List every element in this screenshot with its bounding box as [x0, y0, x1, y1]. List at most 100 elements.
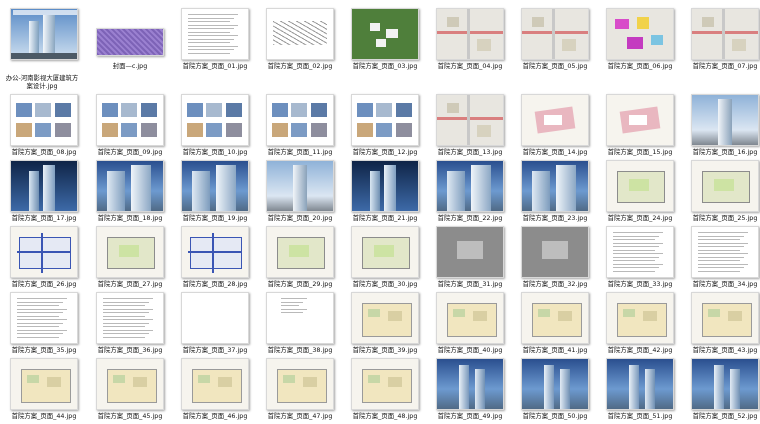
file-thumbnail[interactable]: [691, 358, 759, 410]
file-thumbnail[interactable]: [10, 292, 78, 344]
file-thumbnail[interactable]: [521, 358, 589, 410]
file-item[interactable]: 首院方案_页面_23.jpg: [511, 160, 596, 226]
file-thumbnail[interactable]: [606, 8, 674, 60]
file-item[interactable]: 首院方案_页面_52.jpg: [681, 358, 760, 424]
file-thumbnail[interactable]: [96, 358, 164, 410]
file-thumbnail[interactable]: [606, 94, 674, 146]
file-thumbnail[interactable]: [521, 160, 589, 212]
file-thumbnail[interactable]: [351, 358, 419, 410]
file-item[interactable]: 首院方案_页面_28.jpg: [171, 226, 256, 292]
file-item[interactable]: 首院方案_页面_17.jpg: [0, 160, 85, 226]
file-thumbnail[interactable]: [181, 94, 249, 146]
file-thumbnail[interactable]: [606, 292, 674, 344]
file-item[interactable]: 首院方案_页面_09.jpg: [86, 94, 171, 160]
file-item[interactable]: 首院方案_页面_27.jpg: [86, 226, 171, 292]
file-thumbnail[interactable]: [521, 94, 589, 146]
file-thumbnail[interactable]: [691, 160, 759, 212]
file-item[interactable]: 首院方案_页面_43.jpg: [681, 292, 760, 358]
file-item[interactable]: 首院方案_页面_48.jpg: [341, 358, 426, 424]
file-item[interactable]: 首院方案_页面_41.jpg: [511, 292, 596, 358]
file-item[interactable]: 首院方案_页面_45.jpg: [86, 358, 171, 424]
file-item[interactable]: 首院方案_页面_26.jpg: [0, 226, 85, 292]
file-thumbnail[interactable]: [96, 160, 164, 212]
file-thumbnail[interactable]: [436, 226, 504, 278]
file-item[interactable]: 首院方案_页面_32.jpg: [511, 226, 596, 292]
file-thumbnail[interactable]: [266, 8, 334, 60]
file-item[interactable]: 办公-河南影视大厦建筑方案设计.jpg: [0, 8, 85, 90]
file-thumbnail[interactable]: [10, 94, 78, 146]
file-thumbnail[interactable]: [181, 226, 249, 278]
file-item[interactable]: 首院方案_页面_10.jpg: [171, 94, 256, 160]
file-item[interactable]: 首院方案_页面_38.jpg: [256, 292, 341, 358]
file-thumbnail[interactable]: [181, 358, 249, 410]
file-item[interactable]: 首院方案_页面_24.jpg: [596, 160, 681, 226]
file-item[interactable]: 首院方案_页面_19.jpg: [171, 160, 256, 226]
file-item[interactable]: 首院方案_页面_08.jpg: [0, 94, 85, 160]
file-item[interactable]: 首院方案_页面_11.jpg: [256, 94, 341, 160]
file-thumbnail[interactable]: [691, 226, 759, 278]
file-thumbnail[interactable]: [436, 358, 504, 410]
file-thumbnail[interactable]: [351, 160, 419, 212]
file-thumbnail[interactable]: [10, 8, 78, 60]
file-thumbnail[interactable]: [96, 28, 164, 56]
file-thumbnail[interactable]: [266, 292, 334, 344]
file-item[interactable]: 首院方案_页面_01.jpg: [171, 8, 256, 74]
file-item[interactable]: 首院方案_页面_35.jpg: [0, 292, 85, 358]
file-thumbnail[interactable]: [606, 226, 674, 278]
file-thumbnail[interactable]: [266, 226, 334, 278]
file-item[interactable]: 首院方案_页面_12.jpg: [341, 94, 426, 160]
file-item[interactable]: 首院方案_页面_34.jpg: [681, 226, 760, 292]
file-item[interactable]: 首院方案_页面_21.jpg: [341, 160, 426, 226]
file-item[interactable]: 首院方案_页面_14.jpg: [511, 94, 596, 160]
file-thumbnail[interactable]: [266, 94, 334, 146]
file-thumbnail[interactable]: [96, 292, 164, 344]
file-thumbnail[interactable]: [436, 160, 504, 212]
file-thumbnail[interactable]: [96, 94, 164, 146]
file-item[interactable]: 首院方案_页面_49.jpg: [426, 358, 511, 424]
file-thumbnail[interactable]: [351, 94, 419, 146]
file-thumbnail[interactable]: [691, 292, 759, 344]
file-item[interactable]: 首院方案_页面_40.jpg: [426, 292, 511, 358]
file-thumbnail[interactable]: [691, 94, 759, 146]
file-thumbnail[interactable]: [521, 8, 589, 60]
file-item[interactable]: 首院方案_页面_15.jpg: [596, 94, 681, 160]
file-thumbnail[interactable]: [181, 160, 249, 212]
file-thumbnail[interactable]: [10, 226, 78, 278]
file-thumbnail[interactable]: [266, 358, 334, 410]
file-thumbnail[interactable]: [96, 226, 164, 278]
file-item[interactable]: 首院方案_页面_13.jpg: [426, 94, 511, 160]
file-item[interactable]: 首院方案_页面_33.jpg: [596, 226, 681, 292]
file-thumbnail[interactable]: [10, 358, 78, 410]
file-item[interactable]: 首院方案_页面_16.jpg: [681, 94, 760, 160]
file-thumbnail[interactable]: [606, 160, 674, 212]
file-item[interactable]: 首院方案_页面_06.jpg: [596, 8, 681, 74]
file-thumbnail[interactable]: [436, 94, 504, 146]
file-item[interactable]: 首院方案_页面_02.jpg: [256, 8, 341, 74]
file-thumbnail[interactable]: [181, 8, 249, 60]
file-item[interactable]: 首院方案_页面_18.jpg: [86, 160, 171, 226]
file-thumbnail[interactable]: [351, 292, 419, 344]
file-item[interactable]: 首院方案_页面_44.jpg: [0, 358, 85, 424]
file-thumbnail[interactable]: [351, 8, 419, 60]
file-thumbnail[interactable]: [606, 358, 674, 410]
file-item[interactable]: 首院方案_页面_20.jpg: [256, 160, 341, 226]
file-item[interactable]: 首院方案_页面_50.jpg: [511, 358, 596, 424]
file-item[interactable]: 首院方案_页面_25.jpg: [681, 160, 760, 226]
file-item[interactable]: 封面—c.jpg: [86, 8, 171, 74]
file-item[interactable]: 首院方案_页面_22.jpg: [426, 160, 511, 226]
file-item[interactable]: 首院方案_页面_29.jpg: [256, 226, 341, 292]
file-item[interactable]: 首院方案_页面_05.jpg: [511, 8, 596, 74]
file-item[interactable]: 首院方案_页面_46.jpg: [171, 358, 256, 424]
file-thumbnail[interactable]: [351, 226, 419, 278]
file-item[interactable]: 首院方案_页面_37.jpg: [171, 292, 256, 358]
file-item[interactable]: 首院方案_页面_03.jpg: [341, 8, 426, 74]
file-thumbnail[interactable]: [10, 160, 78, 212]
file-item[interactable]: 首院方案_页面_47.jpg: [256, 358, 341, 424]
file-item[interactable]: 首院方案_页面_04.jpg: [426, 8, 511, 74]
file-item[interactable]: 首院方案_页面_51.jpg: [596, 358, 681, 424]
file-thumbnail[interactable]: [436, 8, 504, 60]
file-thumbnail[interactable]: [436, 292, 504, 344]
file-item[interactable]: 首院方案_页面_42.jpg: [596, 292, 681, 358]
file-item[interactable]: 首院方案_页面_31.jpg: [426, 226, 511, 292]
file-thumbnail[interactable]: [181, 292, 249, 344]
